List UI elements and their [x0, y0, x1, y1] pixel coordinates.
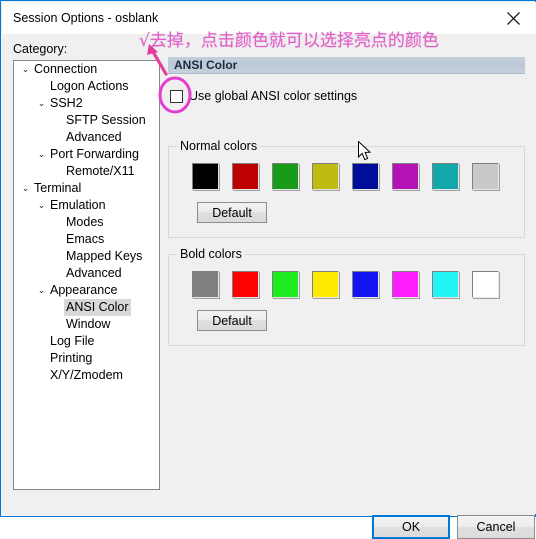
window-title: Session Options - osblank — [13, 11, 159, 25]
bold-colors-title: Bold colors — [177, 247, 245, 261]
sidebar-item-label: Modes — [66, 215, 104, 229]
chevron-down-icon[interactable]: ⌄ — [36, 95, 47, 112]
sidebar-item-remote-x11[interactable]: Remote/X11 — [14, 163, 159, 180]
sidebar-item-connection[interactable]: ⌄ Connection — [14, 61, 159, 78]
sidebar-item-logon-actions[interactable]: Logon Actions — [14, 78, 159, 95]
close-icon[interactable] — [491, 2, 536, 34]
sidebar-item-advanced[interactable]: Advanced — [14, 265, 159, 282]
sidebar-item-x-y-zmodem[interactable]: X/Y/Zmodem — [14, 367, 159, 384]
sidebar-item-window[interactable]: Window — [14, 316, 159, 333]
bold-color-swatch-1[interactable] — [232, 271, 259, 298]
normal-color-swatch-6[interactable] — [432, 163, 459, 190]
window-titlebar: Session Options - osblank — [2, 2, 536, 34]
use-global-ansi-color-settings-row[interactable]: Use global ANSI color settings — [170, 88, 357, 104]
sidebar-item-label: SFTP Session — [66, 113, 146, 127]
normal-color-swatch-1[interactable] — [232, 163, 259, 190]
ok-button[interactable]: OK — [372, 515, 450, 539]
sidebar-item-label: Mapped Keys — [66, 249, 143, 263]
bold-colors-group: Bold colors Default — [168, 247, 525, 346]
sidebar-item-printing[interactable]: Printing — [14, 350, 159, 367]
sidebar-item-label: Advanced — [66, 130, 122, 144]
sidebar-item-label: X/Y/Zmodem — [50, 368, 123, 382]
sidebar-item-label: Printing — [50, 351, 93, 365]
normal-color-swatch-4[interactable] — [352, 163, 379, 190]
sidebar-item-label: Remote/X11 — [66, 164, 135, 178]
sidebar-item-port-forwarding[interactable]: ⌄ Port Forwarding — [14, 146, 159, 163]
sidebar-item-label: Log File — [50, 334, 95, 348]
normal-color-swatch-7[interactable] — [472, 163, 499, 190]
use-global-ansi-color-settings-checkbox[interactable] — [170, 89, 183, 103]
bold-color-swatch-5[interactable] — [392, 271, 419, 298]
cancel-button[interactable]: Cancel — [457, 515, 535, 539]
pane-header: ANSI Color — [168, 57, 525, 74]
normal-colors-title: Normal colors — [177, 139, 261, 153]
sidebar-item-appearance[interactable]: ⌄ Appearance — [14, 282, 159, 299]
sidebar-item-emacs[interactable]: Emacs — [14, 231, 159, 248]
chevron-down-icon[interactable]: ⌄ — [36, 282, 47, 299]
sidebar-item-label: Appearance — [50, 283, 118, 297]
bold-color-swatch-4[interactable] — [352, 271, 379, 298]
sidebar-item-label: Port Forwarding — [50, 147, 139, 161]
normal-colors-group: Normal colors Default — [168, 139, 525, 238]
chevron-down-icon[interactable]: ⌄ — [36, 146, 47, 163]
sidebar-item-mapped-keys[interactable]: Mapped Keys — [14, 248, 159, 265]
use-global-ansi-color-settings-label: Use global ANSI color settings — [189, 89, 358, 103]
bold-color-swatches — [192, 271, 499, 298]
session-options-dialog: Session Options - osblank Category: ⌄ Con… — [0, 0, 536, 539]
sidebar-item-label: Emulation — [50, 198, 106, 212]
chevron-down-icon[interactable]: ⌄ — [20, 61, 31, 78]
sidebar-item-label: Advanced — [66, 266, 122, 280]
dialog-client-area: Category: ⌄ Connection Logon Actions ⌄ SSH2 S… — [2, 34, 536, 539]
sidebar-item-label: Emacs — [66, 232, 105, 246]
category-tree[interactable]: ⌄ Connection Logon Actions ⌄ SSH2 SFTP Sessio… — [13, 60, 160, 490]
sidebar-item-ansi-color[interactable]: ANSI Color — [14, 299, 159, 316]
sidebar-item-label: Window — [66, 317, 111, 331]
sidebar-item-label: ANSI Color — [64, 299, 131, 316]
sidebar-item-emulation[interactable]: ⌄ Emulation — [14, 197, 159, 214]
bold-color-swatch-3[interactable] — [312, 271, 339, 298]
pane-header-title: ANSI Color — [174, 58, 238, 72]
normal-color-swatches — [192, 163, 499, 190]
normal-color-swatch-5[interactable] — [392, 163, 419, 190]
normal-color-swatch-0[interactable] — [192, 163, 219, 190]
sidebar-item-label: Connection — [34, 62, 98, 76]
normal-colors-default-button[interactable]: Default — [197, 202, 267, 223]
bold-colors-default-button[interactable]: Default — [197, 310, 267, 331]
normal-color-swatch-2[interactable] — [272, 163, 299, 190]
category-label: Category: — [13, 42, 68, 56]
normal-color-swatch-3[interactable] — [312, 163, 339, 190]
sidebar-item-label: SSH2 — [50, 96, 83, 110]
sidebar-item-label: Terminal — [34, 181, 82, 195]
sidebar-item-advanced[interactable]: Advanced — [14, 129, 159, 146]
sidebar-item-log-file[interactable]: Log File — [14, 333, 159, 350]
sidebar-item-label: Logon Actions — [50, 79, 129, 93]
bold-color-swatch-0[interactable] — [192, 271, 219, 298]
sidebar-item-modes[interactable]: Modes — [14, 214, 159, 231]
sidebar-item-sftp-session[interactable]: SFTP Session — [14, 112, 159, 129]
bold-color-swatch-2[interactable] — [272, 271, 299, 298]
bold-color-swatch-6[interactable] — [432, 271, 459, 298]
sidebar-item-ssh2[interactable]: ⌄ SSH2 — [14, 95, 159, 112]
chevron-down-icon[interactable]: ⌄ — [36, 197, 47, 214]
sidebar-item-terminal[interactable]: ⌄ Terminal — [14, 180, 159, 197]
bold-color-swatch-7[interactable] — [472, 271, 499, 298]
chevron-down-icon[interactable]: ⌄ — [20, 180, 31, 197]
